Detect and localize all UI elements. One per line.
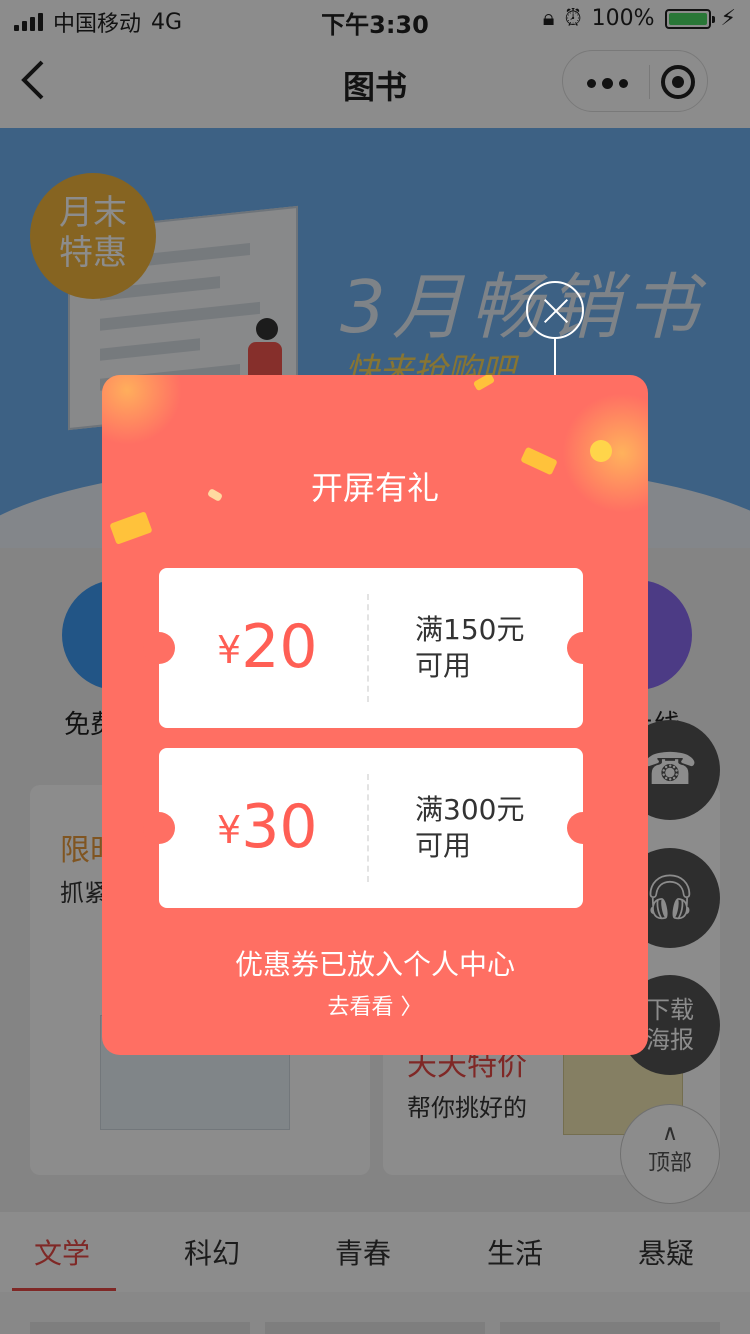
gift-modal: 开屏有礼 ¥20 满150元 可用 ¥30 满300元 可用 优惠券已放入个人中… <box>102 375 648 1055</box>
confetti-decoration <box>109 511 153 545</box>
modal-title: 开屏有礼 <box>310 469 439 507</box>
view-coupons-link[interactable]: 去看看 〉 <box>102 989 648 1021</box>
coupon-amount: ¥30 <box>217 792 318 862</box>
close-connector-line <box>554 339 556 375</box>
coupon-notch <box>567 812 599 844</box>
coupon-notch <box>567 632 599 664</box>
coupon-notch <box>143 812 175 844</box>
coupon-card[interactable]: ¥20 满150元 可用 <box>143 568 599 728</box>
close-icon[interactable] <box>526 281 584 339</box>
coupon-amount: ¥20 <box>217 612 318 682</box>
coupon-condition: 满150元 可用 <box>415 613 525 682</box>
coupon-divider <box>367 774 369 882</box>
decoration-glow <box>102 375 182 445</box>
coupon-condition: 满300元 可用 <box>415 793 525 862</box>
confetti-decoration <box>472 375 496 392</box>
coupon-divider <box>367 594 369 702</box>
coupon-notch <box>143 632 175 664</box>
coin-icon <box>590 440 612 462</box>
coupon-note: 优惠券已放入个人中心 <box>234 948 515 981</box>
coupon-card[interactable]: ¥30 满300元 可用 <box>143 748 599 908</box>
